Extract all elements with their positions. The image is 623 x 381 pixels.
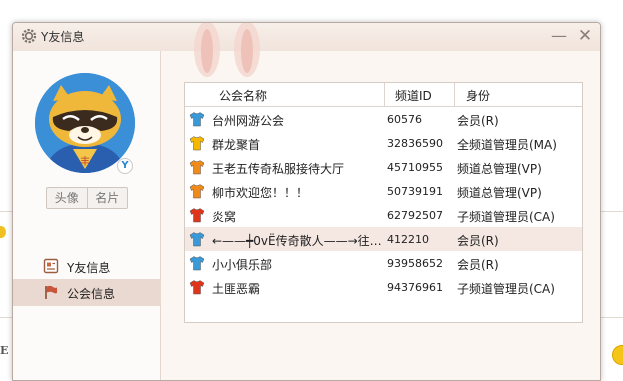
guild-name-cell: 柳市欢迎您！！！ [212,186,309,200]
channel-id-cell: 62792507 [387,209,443,222]
close-button[interactable]: ✕ [575,26,595,46]
channel-id-cell: 45710955 [387,161,443,174]
guild-name-cell: 土匪恶霸 [212,282,261,296]
guild-name-cell: ←——┿0vЁ传奇散人——→往… [212,234,382,248]
guild-name-cell: 小小俱乐部 [212,258,273,272]
nav-item-friend-info[interactable]: Y友信息 [13,253,161,280]
role-cell: 子频道管理员(CA) [457,282,555,296]
table-row[interactable]: 柳市欢迎您！！！ 50739191 频道总管理(VP) [185,179,582,203]
member-role-shirt-icon [189,256,205,271]
column-header-channel-id[interactable]: 频道ID [395,87,432,104]
channel-id-cell: 94376961 [387,281,443,294]
table-row[interactable]: ←——┿0vЁ传奇散人——→往… 412210 会员(R) [185,227,582,251]
channel-id-cell: 93958652 [387,257,443,270]
background-emoji-icon [0,226,6,238]
avatar-tab-button[interactable]: 头像 [47,188,87,208]
profile-tab-switch: 头像 名片 [46,187,128,209]
yy-friend-info-dialog: Y友信息 — ✕ 丰 Y 头像 名片 Y友信息 公会信息 公会名称 频道ID 身… [12,22,601,381]
table-row[interactable]: 土匪恶霸 94376961 子频道管理员(CA) [185,275,582,299]
yy-badge-icon: Y [117,158,133,174]
table-row[interactable]: 群龙聚首 32836590 全频道管理员(MA) [185,131,582,155]
role-cell: 会员(R) [457,258,499,272]
member-role-shirt-icon [189,136,205,151]
minimize-button[interactable]: — [549,26,569,46]
card-tab-button[interactable]: 名片 [86,188,128,208]
member-role-shirt-icon [189,184,205,199]
guild-name-cell: 台州网游公会 [212,114,285,128]
rabbit-ears-decoration [194,23,260,77]
svg-text:丰: 丰 [80,155,90,168]
gear-icon [21,28,37,44]
member-role-shirt-icon [189,208,205,223]
guild-table: 公会名称 频道ID 身份 台州网游公会 60576 会员(R) 群龙聚首 3283659… [184,82,583,323]
member-role-shirt-icon [189,280,205,295]
profile-card-icon [43,258,59,274]
avatar[interactable]: 丰 [35,73,135,173]
table-row[interactable]: 炎窝 62792507 子频道管理员(CA) [185,203,582,227]
column-divider[interactable] [384,83,385,107]
role-cell: 会员(R) [457,234,499,248]
background-smiley-icon [612,345,623,365]
channel-id-cell: 50739191 [387,185,443,198]
nav-item-label: Y友信息 [67,261,111,275]
raccoon-mascot-icon: 丰 [35,73,135,173]
guild-name-cell: 群龙聚首 [212,138,261,152]
table-row[interactable]: 王老五传奇私服接待大厅 45710955 频道总管理(VP) [185,155,582,179]
guild-name-cell: 炎窝 [212,210,237,224]
title-bar[interactable]: Y友信息 — ✕ [13,23,600,77]
role-cell: 子频道管理员(CA) [457,210,555,224]
role-cell: 频道总管理(VP) [457,186,542,200]
role-cell: 频道总管理(VP) [457,162,542,176]
member-role-shirt-icon [189,232,205,247]
table-row[interactable]: 小小俱乐部 93958652 会员(R) [185,251,582,275]
table-header: 公会名称 频道ID 身份 [185,83,582,107]
background-letter: E [0,344,9,357]
guild-flag-icon [45,285,57,299]
nav-item-label: 公会信息 [67,287,116,301]
column-divider[interactable] [454,83,455,107]
guild-name-cell: 王老五传奇私服接待大厅 [212,162,345,176]
channel-id-cell: 60576 [387,113,422,126]
nav-item-guild-info[interactable]: 公会信息 [13,279,161,306]
column-header-role[interactable]: 身份 [466,87,490,104]
column-header-guild-name[interactable]: 公会名称 [219,87,267,104]
left-panel: 丰 Y 头像 名片 Y友信息 公会信息 [13,51,161,380]
member-role-shirt-icon [189,112,205,127]
role-cell: 会员(R) [457,114,499,128]
table-row[interactable]: 台州网游公会 60576 会员(R) [185,107,582,131]
member-role-shirt-icon [189,160,205,175]
channel-id-cell: 412210 [387,233,429,246]
channel-id-cell: 32836590 [387,137,443,150]
role-cell: 全频道管理员(MA) [457,138,557,152]
window-title: Y友信息 [41,30,85,44]
